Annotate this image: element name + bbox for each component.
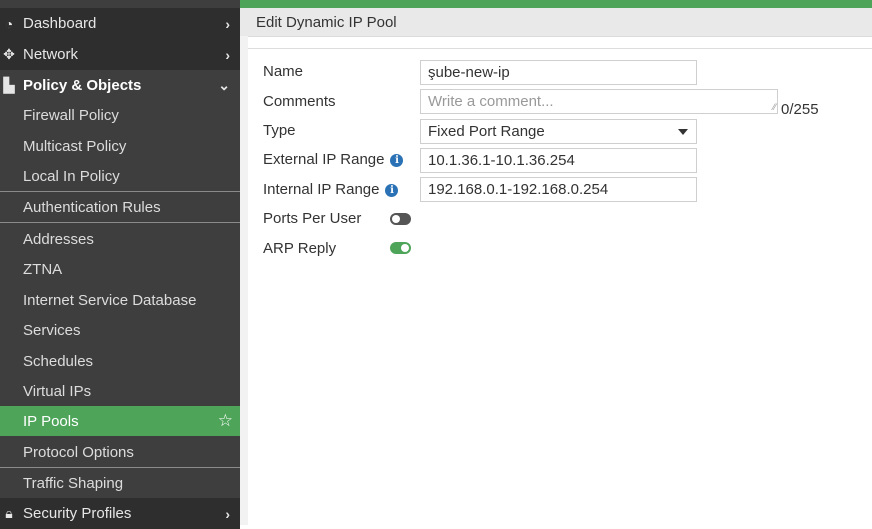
info-icon[interactable]: i	[385, 184, 399, 197]
panel-gutter	[240, 36, 248, 525]
policy-icon: ▙	[3, 77, 15, 93]
sidebar-item-ip-pools[interactable]: IP Pools ☆	[0, 406, 240, 436]
external-ip-range-label: External IP Range i	[263, 151, 404, 168]
sidebar-item-label: Security Profiles	[23, 505, 132, 522]
sidebar-item-network[interactable]: ✥ Network ›	[0, 39, 240, 70]
sidebar-item-dashboard[interactable]: ◔ Dashboard ›	[0, 8, 240, 39]
lock-icon: 🔒︎	[5, 505, 13, 521]
page-title: Edit Dynamic IP Pool	[256, 14, 397, 31]
resize-handle-icon[interactable]: ⁄⁄	[773, 102, 776, 112]
chevron-right-icon: ›	[225, 46, 230, 63]
sidebar-item-addresses[interactable]: Addresses	[0, 224, 240, 254]
sidebar-item-label: IP Pools	[23, 412, 79, 430]
sidebar-item-label: Dashboard	[23, 15, 97, 32]
top-accent-bar	[240, 0, 872, 8]
sidebar-item-label: Network	[23, 46, 79, 63]
external-ip-range-value: 10.1.36.1-10.1.36.254	[428, 152, 575, 169]
sidebar-item-label: Multicast Policy	[23, 137, 127, 155]
sidebar-item-multicast-policy[interactable]: Multicast Policy	[0, 131, 240, 161]
sidebar-item-label: Protocol Options	[23, 443, 134, 461]
sidebar-item-label: Firewall Policy	[23, 106, 119, 124]
sidebar-divider	[0, 222, 240, 223]
sidebar-item-label: Traffic Shaping	[23, 474, 124, 492]
sidebar-item-label: Authentication Rules	[23, 198, 161, 216]
sidebar-item-internet-service-database[interactable]: Internet Service Database	[0, 285, 240, 315]
sidebar-item-traffic-shaping[interactable]: Traffic Shaping	[0, 468, 240, 498]
external-ip-range-input[interactable]: 10.1.36.1-10.1.36.254	[420, 148, 697, 173]
sidebar-item-label: ZTNA	[23, 260, 63, 278]
ports-per-user-toggle[interactable]	[390, 213, 411, 225]
internal-ip-range-value: 192.168.0.1-192.168.0.254	[428, 181, 609, 198]
sidebar-item-virtual-ips[interactable]: Virtual IPs	[0, 376, 240, 406]
toggle-knob	[392, 215, 400, 223]
internal-ip-range-label: Internal IP Range i	[263, 181, 399, 198]
ports-per-user-label: Ports Per User	[263, 210, 362, 227]
sidebar-item-authentication-rules[interactable]: Authentication Rules	[0, 192, 240, 222]
arp-reply-label: ARP Reply	[263, 240, 337, 257]
sidebar-item-label: Schedules	[23, 352, 94, 370]
internal-ip-range-text: Internal IP Range	[263, 181, 380, 198]
sidebar-item-services[interactable]: Services	[0, 315, 240, 345]
comments-counter: 0/255	[781, 101, 819, 118]
type-label: Type	[263, 122, 296, 139]
sidebar-item-ztna[interactable]: ZTNA	[0, 254, 240, 284]
comments-textarea[interactable]: Write a comment... ⁄⁄	[420, 89, 778, 114]
dashboard-icon: ◔	[4, 15, 14, 32]
comments-placeholder: Write a comment...	[428, 93, 554, 110]
toggle-knob	[401, 244, 409, 252]
sidebar-item-label: Addresses	[23, 230, 94, 248]
sidebar-item-label: Services	[23, 321, 81, 339]
dropdown-caret-icon	[678, 129, 688, 135]
name-value: şube-new-ip	[428, 64, 510, 81]
comments-label: Comments	[263, 93, 336, 110]
name-label: Name	[263, 63, 304, 80]
sidebar: ◔ Dashboard › ✥ Network › ▙ Policy & Obj…	[0, 0, 240, 529]
info-icon[interactable]: i	[390, 154, 404, 167]
page-header: Edit Dynamic IP Pool	[240, 8, 872, 37]
network-move-icon: ✥	[3, 46, 15, 62]
chevron-down-icon: ⌄	[218, 77, 230, 93]
sidebar-item-label: Internet Service Database	[23, 291, 197, 309]
name-input[interactable]: şube-new-ip	[420, 60, 697, 85]
chevron-right-icon: ›	[225, 505, 230, 522]
sidebar-item-firewall-policy[interactable]: Firewall Policy	[0, 100, 240, 130]
sidebar-item-label: Local In Policy	[23, 167, 120, 185]
external-ip-range-text: External IP Range	[263, 151, 385, 168]
star-favorite-icon[interactable]: ☆	[218, 411, 233, 431]
sidebar-item-policy-objects[interactable]: ▙ Policy & Objects ⌄	[0, 70, 240, 101]
sidebar-item-schedules[interactable]: Schedules	[0, 346, 240, 376]
sidebar-item-label: Policy & Objects	[23, 77, 142, 94]
sidebar-item-label: Virtual IPs	[23, 382, 92, 400]
arp-reply-toggle[interactable]	[390, 242, 411, 254]
type-select[interactable]: Fixed Port Range	[420, 119, 697, 144]
internal-ip-range-input[interactable]: 192.168.0.1-192.168.0.254	[420, 177, 697, 202]
sidebar-item-protocol-options[interactable]: Protocol Options	[0, 437, 240, 467]
sidebar-item-security-profiles[interactable]: 🔒︎ Security Profiles ›	[0, 498, 240, 529]
type-value: Fixed Port Range	[428, 123, 545, 140]
chevron-right-icon: ›	[225, 15, 230, 32]
sidebar-item-local-in-policy[interactable]: Local In Policy	[0, 161, 240, 191]
